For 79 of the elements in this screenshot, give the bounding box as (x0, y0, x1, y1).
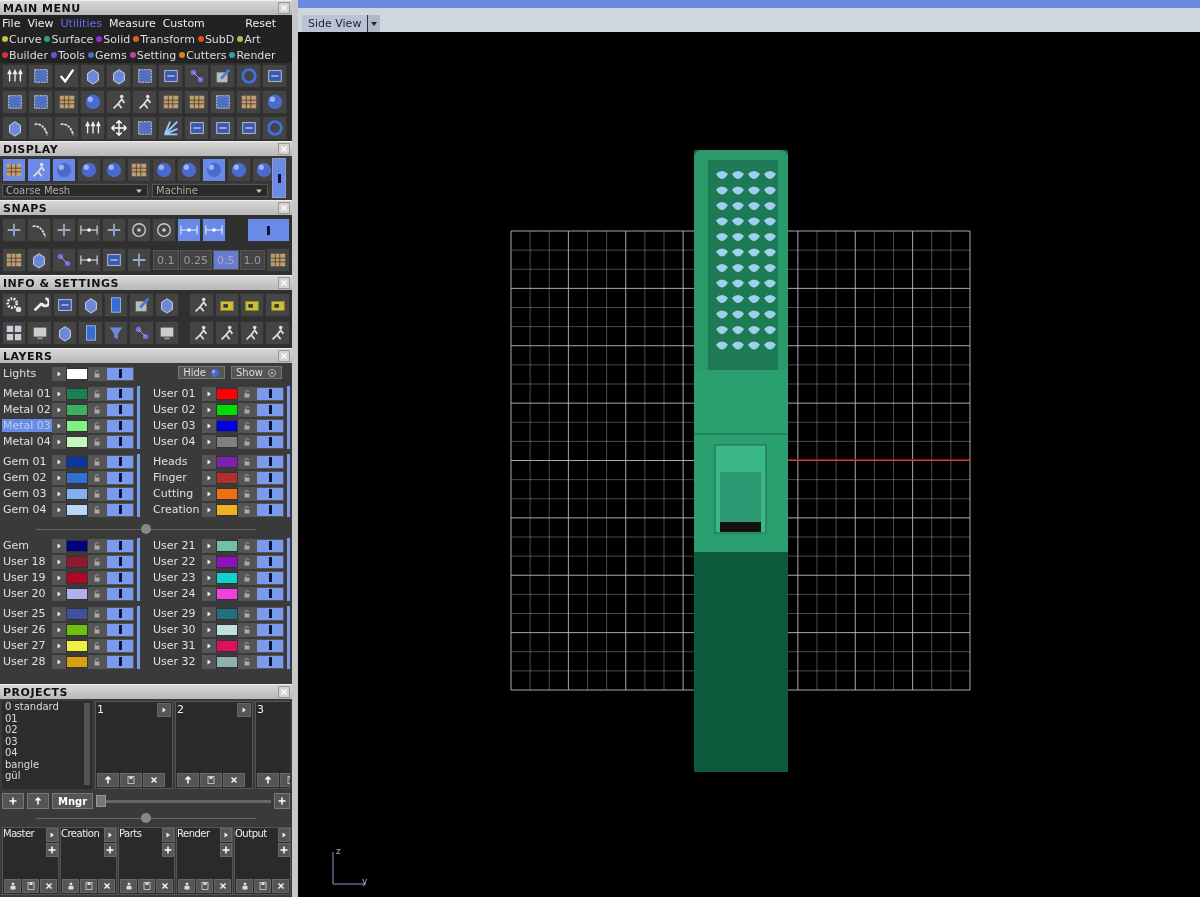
slot-number: 2 (177, 703, 184, 717)
panel-title: SNAPS (3, 201, 48, 215)
layer-name[interactable]: Cutting (152, 487, 202, 500)
layer-name[interactable]: User 28 (2, 655, 52, 668)
layer-name[interactable]: User 03 (152, 419, 202, 432)
show-button[interactable]: Show (231, 366, 282, 379)
category-tab[interactable]: Render (229, 48, 276, 62)
layer-name[interactable]: User 27 (2, 639, 52, 652)
panel-title: DISPLAY (3, 142, 59, 156)
project-item[interactable]: 04 (2, 747, 21, 759)
category-tab[interactable]: Art (237, 32, 261, 46)
category-tab[interactable]: SubD (197, 32, 235, 46)
layer-name[interactable]: User 32 (152, 655, 202, 668)
menu-item[interactable]: File (2, 16, 21, 30)
category-tab[interactable]: Solid (96, 32, 131, 46)
layer-name[interactable]: User 24 (152, 587, 202, 600)
category-tab[interactable]: Surface (44, 32, 94, 46)
layer-name[interactable]: User 31 (152, 639, 202, 652)
project-item[interactable]: 01 (2, 712, 21, 724)
folder-name: Master (3, 828, 35, 841)
material-dropdown[interactable]: Machine (152, 184, 268, 197)
category-tab[interactable]: Setting (129, 48, 177, 62)
layer-name[interactable]: User 04 (152, 435, 202, 448)
layer-name[interactable]: Gem 04 (2, 503, 52, 516)
axis-label: z (336, 846, 341, 856)
category-tab[interactable]: Builder (2, 48, 48, 62)
layer-name[interactable]: User 25 (2, 607, 52, 620)
layer-name[interactable]: Heads (152, 455, 202, 468)
menu-item[interactable]: Custom (162, 16, 205, 30)
panel-title: INFO & SETTINGS (3, 276, 119, 290)
layer-name[interactable]: User 20 (2, 587, 52, 600)
panel-title: PROJECTS (3, 685, 68, 699)
layer-name[interactable]: Metal 01 (2, 387, 52, 400)
category-tab[interactable]: Gems (88, 48, 127, 62)
folder-name: Render (177, 828, 210, 841)
folder-name: Output (235, 828, 267, 841)
category-tab[interactable]: Tools (50, 48, 85, 62)
layer-name[interactable]: User 02 (152, 403, 202, 416)
layer-name[interactable]: User 18 (2, 555, 52, 568)
panel-title: LAYERS (3, 349, 53, 363)
layer-name[interactable]: User 23 (152, 571, 202, 584)
project-item[interactable]: 0 standard (2, 701, 62, 713)
layer-name[interactable]: Gem 03 (2, 487, 52, 500)
layer-name[interactable]: Finger (152, 471, 202, 484)
axis-label: y (362, 876, 368, 886)
layer-name[interactable]: User 26 (2, 623, 52, 636)
layer-name[interactable]: User 29 (152, 607, 202, 620)
project-item[interactable]: gül (2, 770, 24, 782)
category-tab[interactable]: Transform (133, 32, 195, 46)
layer-name[interactable]: Metal 04 (2, 435, 52, 448)
slot-number: 3 (257, 703, 264, 717)
layer-name[interactable]: Gem 02 (2, 471, 52, 484)
manager-button[interactable]: Mngr (52, 793, 94, 809)
layer-name[interactable]: User 21 (152, 539, 202, 552)
panel-title: MAIN MENU (3, 1, 81, 15)
project-item[interactable]: 02 (2, 724, 21, 736)
project-item[interactable]: bangle (2, 758, 43, 770)
menu-item[interactable]: Measure (108, 16, 156, 30)
layer-name[interactable]: User 19 (2, 571, 52, 584)
menu-item[interactable]: Reset (245, 16, 276, 30)
layer-name[interactable]: User 30 (152, 623, 202, 636)
menu-item[interactable]: View (27, 16, 54, 30)
project-item[interactable]: 03 (2, 735, 21, 747)
layer-name[interactable]: Creation (152, 503, 202, 516)
slot-number: 1 (97, 703, 104, 717)
folder-name: Parts (119, 828, 142, 841)
mesh-dropdown[interactable]: Coarse Mesh (2, 184, 148, 197)
hide-button[interactable]: Hide (178, 366, 225, 379)
layer-name[interactable]: Gem (2, 539, 52, 552)
menu-item[interactable]: Utilities (60, 16, 102, 30)
folder-name: Creation (61, 828, 100, 841)
layer-name[interactable]: User 01 (152, 387, 202, 400)
layer-name[interactable]: Metal 02 (2, 403, 52, 416)
view-tab[interactable]: Side View (302, 15, 381, 32)
category-tab[interactable]: Cutters (179, 48, 227, 62)
layer-name[interactable]: User 22 (152, 555, 202, 568)
layer-name[interactable]: Gem 01 (2, 455, 52, 468)
category-tab[interactable]: Curve (2, 32, 42, 46)
layer-name[interactable]: Lights (2, 367, 52, 380)
